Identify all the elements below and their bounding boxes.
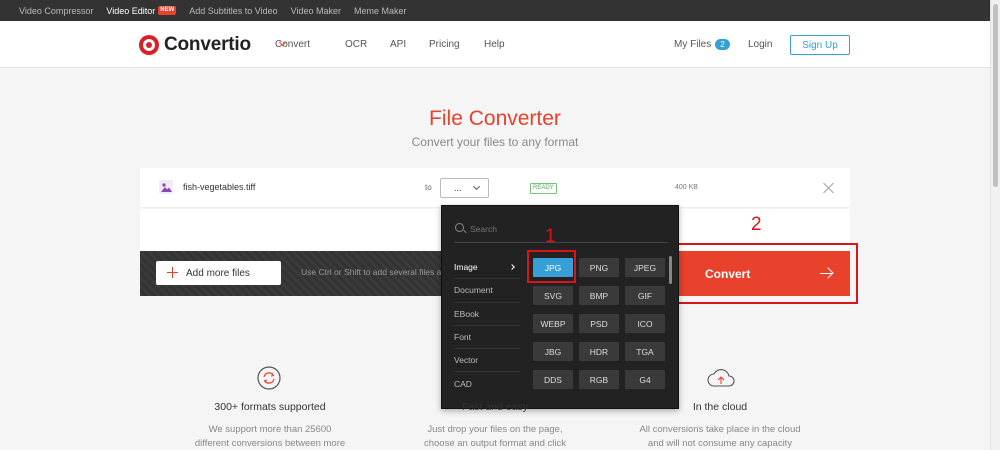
annotation-box-convert xyxy=(667,243,858,304)
format-option-svg[interactable]: SVG xyxy=(533,286,573,305)
format-search xyxy=(454,218,668,243)
login-link[interactable]: Login xyxy=(748,39,772,50)
file-row: fish-vegetables.tiff to ... READY 400 KB xyxy=(140,168,850,208)
file-size: 400 KB xyxy=(675,184,698,191)
format-option-jpeg[interactable]: JPEG xyxy=(625,258,665,277)
category-label: Font xyxy=(454,332,472,343)
nav-pricing[interactable]: Pricing xyxy=(429,39,460,50)
topbar-link-label: Video Editor xyxy=(106,5,156,16)
annotation-number-2: 2 xyxy=(751,214,762,235)
format-option-bmp[interactable]: BMP xyxy=(579,286,619,305)
my-files-count-badge: 2 xyxy=(715,39,730,50)
dropdown-scrollbar[interactable] xyxy=(669,256,672,284)
to-label: to xyxy=(425,183,432,192)
status-badge: READY xyxy=(530,183,557,194)
feature-cloud: In the cloud All conversions take place … xyxy=(610,401,830,450)
file-name: fish-vegetables.tiff xyxy=(183,182,256,192)
format-option-jbg[interactable]: JBG xyxy=(533,342,573,361)
multi-select-hint: Use Ctrl or Shift to add several files a… xyxy=(301,267,441,277)
category-document[interactable]: Document xyxy=(454,279,520,303)
chevron-right-icon xyxy=(509,264,515,270)
feature-description-line: choose an output format and click xyxy=(423,438,567,449)
site-header: Convertio Convert OCR API Pricing Help M… xyxy=(0,21,990,68)
format-option-tga[interactable]: TGA xyxy=(625,342,665,361)
feature-formats: 300+ formats supported We support more t… xyxy=(160,401,380,450)
remove-file-icon[interactable] xyxy=(823,182,835,194)
new-badge: NEW xyxy=(158,6,177,15)
page-title: File Converter xyxy=(429,107,561,130)
add-more-files-label: Add more files xyxy=(186,267,250,279)
category-label: CAD xyxy=(454,379,472,390)
format-option-dds[interactable]: DDS xyxy=(533,370,573,389)
annotation-box-jpg xyxy=(527,250,576,283)
feature-fast: Fast and easy Just drop your files on th… xyxy=(385,401,605,450)
topbar-link-video-compressor[interactable]: Video Compressor xyxy=(19,6,93,16)
category-font[interactable]: Font xyxy=(454,326,520,350)
format-option-psd[interactable]: PSD xyxy=(579,314,619,333)
format-option-hdr[interactable]: HDR xyxy=(579,342,619,361)
feature-description: All conversions take place in the cloud … xyxy=(610,423,830,450)
plus-icon xyxy=(167,267,178,278)
category-label: Vector xyxy=(454,355,479,366)
format-option-png[interactable]: PNG xyxy=(579,258,619,277)
logo-text: Convertio xyxy=(164,34,251,55)
category-label: Document xyxy=(454,285,493,296)
feature-description-line: We support more than 25600 xyxy=(208,424,332,435)
formats-sync-icon xyxy=(257,366,281,390)
format-option-rgb[interactable]: RGB xyxy=(579,370,619,389)
signup-button[interactable]: Sign Up xyxy=(790,35,850,55)
category-image[interactable]: Image xyxy=(454,256,520,280)
nav-convert[interactable]: Convert xyxy=(275,38,310,50)
topbar-link-video-editor[interactable]: Video Editor NEW xyxy=(106,5,177,16)
output-format-select[interactable]: ... xyxy=(440,178,489,198)
image-file-icon xyxy=(159,180,173,194)
format-dropdown: Image Document EBook Font Vector CAD JPG… xyxy=(441,205,679,409)
feature-title: 300+ formats supported xyxy=(214,401,326,413)
feature-title: In the cloud xyxy=(692,401,748,413)
convertio-logo-icon xyxy=(139,35,159,55)
nav-ocr[interactable]: OCR xyxy=(345,39,367,50)
format-search-input[interactable] xyxy=(470,221,660,236)
page-scrollbar-thumb[interactable] xyxy=(993,4,998,187)
format-select-value: ... xyxy=(454,183,462,193)
page-scrollbar[interactable] xyxy=(990,0,1000,450)
category-vector[interactable]: Vector xyxy=(454,349,520,373)
category-cad[interactable]: CAD xyxy=(454,372,520,395)
feature-description-line: All conversions take place in the cloud xyxy=(639,424,801,435)
feature-description-line: Just drop your files on the page, xyxy=(427,424,563,435)
format-option-gif[interactable]: GIF xyxy=(625,286,665,305)
category-label: Image xyxy=(454,262,478,273)
add-more-files-button[interactable]: Add more files xyxy=(156,261,281,285)
logo[interactable]: Convertio xyxy=(139,34,251,56)
page-subtitle: Convert your files to any format xyxy=(411,135,579,149)
format-categories: Image Document EBook Font Vector CAD xyxy=(454,256,520,396)
cloud-upload-icon xyxy=(707,369,735,387)
my-files-label: My Files xyxy=(674,39,712,50)
format-option-ico[interactable]: ICO xyxy=(625,314,665,333)
search-icon xyxy=(455,223,464,232)
nav-help[interactable]: Help xyxy=(484,39,505,50)
annotation-number-1: 1 xyxy=(545,226,556,247)
top-promo-bar: Video Compressor Video Editor NEW Add Sub… xyxy=(0,0,990,21)
topbar-link-add-subtitles[interactable]: Add Subtitles to Video xyxy=(189,6,277,16)
feature-description: Just drop your files on the page, choose… xyxy=(385,423,605,450)
format-option-g4[interactable]: G4 xyxy=(625,370,665,389)
topbar-link-meme-maker[interactable]: Meme Maker xyxy=(354,6,407,16)
category-label: EBook xyxy=(454,308,480,319)
format-option-webp[interactable]: WEBP xyxy=(533,314,573,333)
nav-api[interactable]: API xyxy=(390,39,406,50)
feature-description: We support more than 25600 different con… xyxy=(160,423,380,450)
topbar-link-video-maker[interactable]: Video Maker xyxy=(291,6,341,16)
category-ebook[interactable]: EBook xyxy=(454,303,520,326)
feature-description-line: and will not consume any capacity xyxy=(647,438,793,449)
feature-description-line: different conversions between more xyxy=(194,438,346,449)
feature-title: Fast and easy xyxy=(462,401,528,413)
chevron-down-icon xyxy=(472,182,481,191)
my-files-link[interactable]: My Files 2 xyxy=(674,39,730,50)
